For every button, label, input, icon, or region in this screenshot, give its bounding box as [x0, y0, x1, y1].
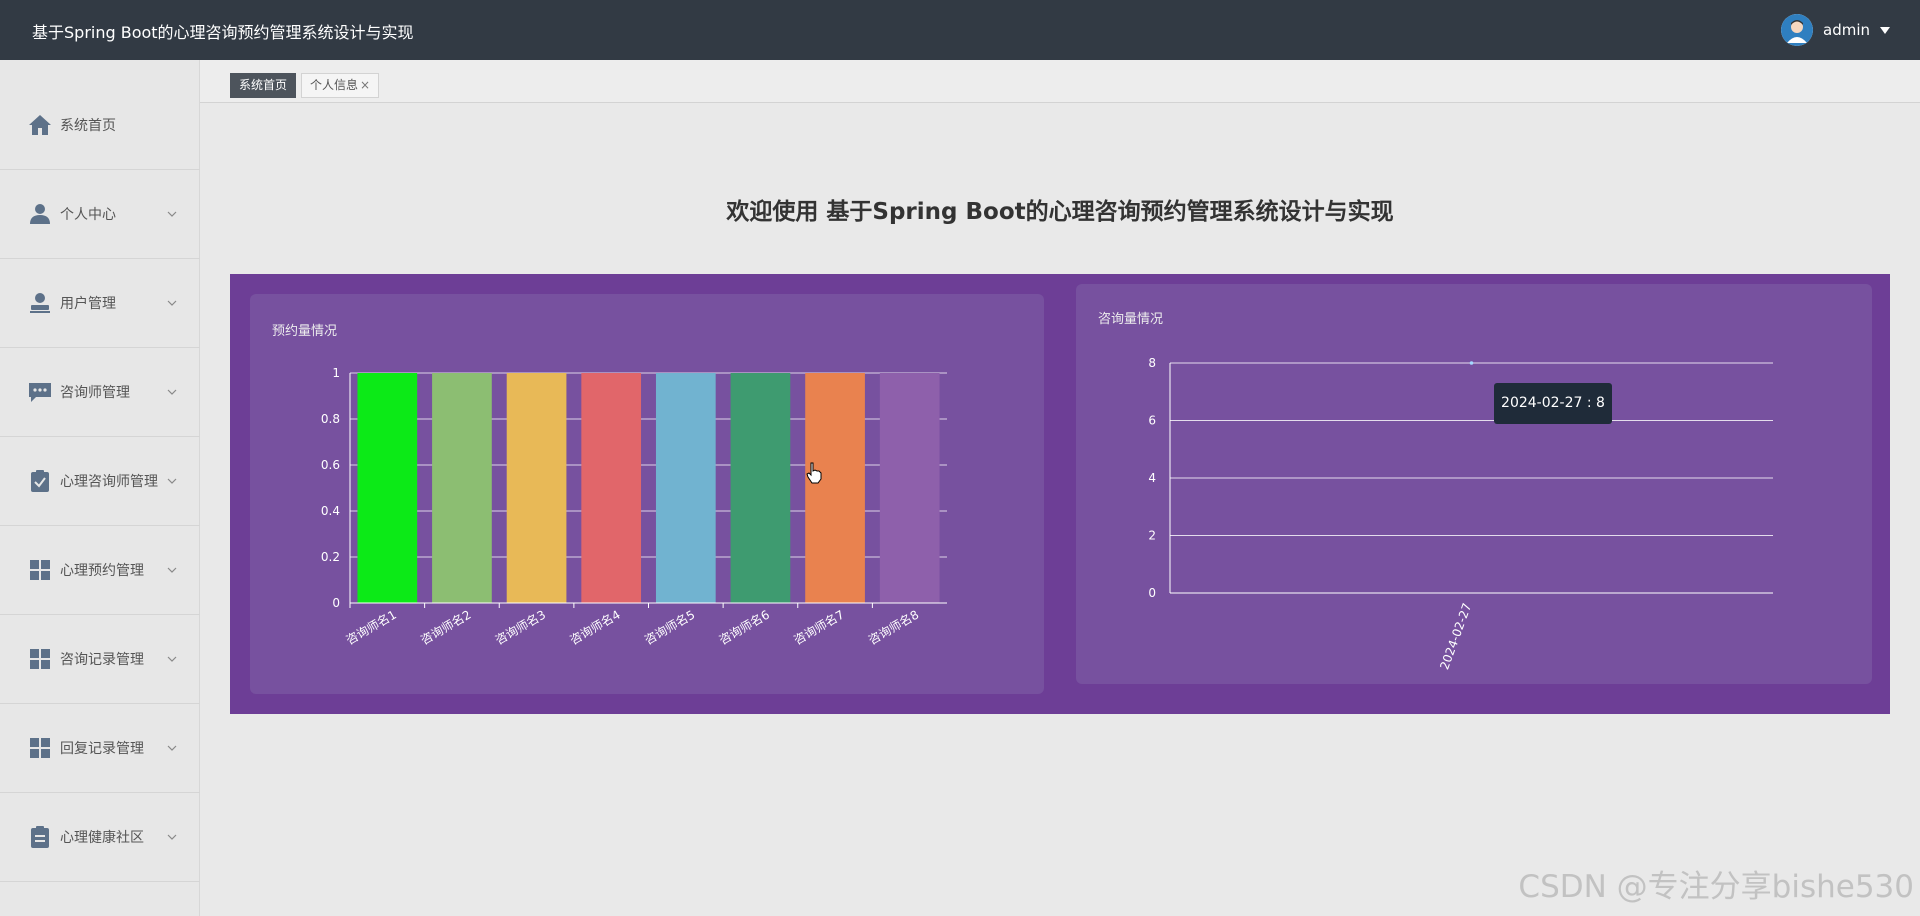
y-tick-label: 0.4: [321, 504, 340, 518]
avatar: [1781, 14, 1813, 46]
close-icon[interactable]: ×: [360, 78, 370, 92]
tab-label: 系统首页: [239, 78, 288, 92]
chat-icon: [28, 380, 52, 404]
sidebar: 系统首页 个人中心 用户管理 咨询师管理 心理咨询师管理 心理预约管理 咨询记录…: [0, 60, 200, 916]
sidebar-item-label: 咨询师管理: [60, 385, 130, 401]
top-bar: 基于Spring Boot的心理咨询预约管理系统设计与实现 admin: [0, 0, 1920, 60]
x-tick-label: 咨询师名3: [492, 607, 548, 648]
tab-label: 个人信息: [310, 78, 359, 92]
clipboard-check-icon: [28, 469, 52, 493]
user-menu[interactable]: admin: [1781, 13, 1890, 47]
sidebar-item-home[interactable]: 系统首页: [0, 81, 200, 170]
x-tick-label: 咨询师名8: [866, 607, 922, 648]
bar: [581, 373, 642, 603]
bar: [432, 373, 492, 603]
x-tick-label: 咨询师名5: [642, 607, 698, 648]
bar: [506, 373, 567, 603]
x-tick-label: 咨询师名4: [567, 607, 623, 648]
chevron-down-icon: [167, 656, 177, 662]
username: admin: [1823, 21, 1870, 39]
x-tick-label: 咨询师名6: [716, 607, 772, 648]
home-icon: [28, 113, 52, 137]
sidebar-item-counselor-management[interactable]: 咨询师管理: [0, 348, 200, 437]
sidebar-item-label: 用户管理: [60, 296, 116, 312]
sidebar-item-label: 心理健康社区: [60, 830, 144, 846]
line-chart: 0 2 4 6 8 2024-02-27: [1148, 356, 1773, 672]
user-icon: [28, 202, 52, 226]
chevron-down-icon: [167, 834, 177, 840]
tab-bar: 系统首页 个人信息 ×: [200, 60, 1920, 103]
grid-icon: [28, 736, 52, 760]
data-point: [1469, 361, 1474, 365]
clipboard-icon: [28, 825, 52, 849]
sidebar-item-label: 个人中心: [60, 207, 116, 223]
user-manage-icon: [28, 291, 52, 315]
watermark: CSDN @专注分享bishe530: [1518, 869, 1914, 905]
bar: [655, 373, 716, 603]
chevron-down-icon: [167, 211, 177, 217]
bar-chart: 0 0.2 0.4 0.6 0.8 1 咨询师名1 咨询师名2 咨询师名3 咨询师名4 咨询师名5 咨…: [321, 366, 947, 648]
caret-down-icon: [1880, 26, 1890, 34]
chevron-down-icon: [167, 745, 177, 751]
bar: [730, 373, 791, 603]
y-tick-label: 6: [1148, 414, 1156, 428]
chevron-down-icon: [167, 300, 177, 306]
consult-chart-card: 咨询量情况 0 2 4 6 8 2024-02-27: [1076, 284, 1872, 684]
hand-cursor-icon: [806, 462, 822, 484]
bar: [357, 373, 418, 603]
y-tick-label: 4: [1148, 471, 1156, 485]
tab-home[interactable]: 系统首页: [230, 73, 297, 98]
sidebar-item-label: 心理预约管理: [60, 563, 144, 579]
y-tick-label: 0.8: [321, 412, 340, 426]
y-tick-label: 0.6: [321, 458, 340, 472]
y-tick-label: 1: [332, 366, 340, 380]
sidebar-item-appointment-management[interactable]: 心理预约管理: [0, 526, 200, 615]
appointment-chart-card: 预约量情况 0 0.2 0.4 0.6 0.8 1 咨询师名1 咨询师名2 咨询师名3 咨询师名4…: [250, 294, 1044, 694]
dashboard-panel: 预约量情况 0 0.2 0.4 0.6 0.8 1 咨询师名1 咨询师名2 咨询师名3 咨询师名4…: [230, 274, 1890, 714]
tab-personal-info[interactable]: 个人信息 ×: [301, 73, 380, 98]
chevron-down-icon: [167, 567, 177, 573]
sidebar-item-user-management[interactable]: 用户管理: [0, 259, 200, 348]
x-tick-label: 咨询师名1: [343, 607, 399, 648]
grid-icon: [28, 647, 52, 671]
bar: [805, 373, 865, 603]
app-title: 基于Spring Boot的心理咨询预约管理系统设计与实现: [32, 23, 414, 42]
x-tick-label: 咨询师名7: [791, 607, 847, 648]
y-tick-label: 0.2: [321, 550, 340, 564]
sidebar-item-consult-record-management[interactable]: 咨询记录管理: [0, 615, 200, 704]
sidebar-item-personal-center[interactable]: 个人中心: [0, 170, 200, 259]
chart-tooltip: 2024-02-27 : 8: [1494, 383, 1612, 424]
page-title: 欢迎使用 基于Spring Boot的心理咨询预约管理系统设计与实现: [726, 199, 1394, 225]
sidebar-item-reply-record-management[interactable]: 回复记录管理: [0, 704, 200, 793]
sidebar-item-label: 心理咨询师管理: [60, 474, 158, 490]
sidebar-item-label: 咨询记录管理: [60, 652, 144, 668]
chevron-down-icon: [167, 478, 177, 484]
grid-icon: [28, 558, 52, 582]
y-tick-label: 8: [1148, 356, 1156, 370]
sidebar-item-psych-counselor-management[interactable]: 心理咨询师管理: [0, 437, 200, 526]
x-tick-label: 咨询师名2: [418, 607, 474, 648]
sidebar-item-label: 系统首页: [60, 118, 116, 134]
y-tick-label: 0: [332, 596, 340, 610]
y-tick-label: 0: [1148, 586, 1156, 600]
bar: [879, 373, 940, 603]
x-tick-label: 2024-02-27: [1437, 601, 1474, 671]
y-tick-label: 2: [1148, 529, 1156, 543]
chevron-down-icon: [167, 389, 177, 395]
sidebar-item-label: 回复记录管理: [60, 741, 144, 757]
sidebar-item-mental-health-community[interactable]: 心理健康社区: [0, 793, 200, 882]
